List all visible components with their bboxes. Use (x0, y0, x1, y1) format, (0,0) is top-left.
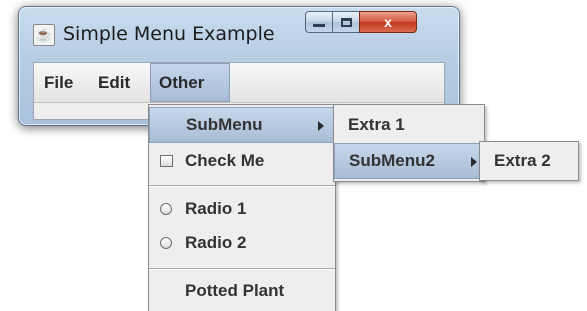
menu-item-label: SubMenu2 (349, 151, 435, 170)
menu-item-submenu[interactable]: SubMenu (149, 107, 335, 143)
checkbox-icon[interactable] (160, 155, 173, 167)
menu-file[interactable]: File (36, 63, 81, 102)
menu-item-extra-1[interactable]: Extra 1 (334, 107, 484, 143)
menu-item-label: Radio 2 (185, 233, 247, 252)
menu-item-radio-1[interactable]: Radio 1 (149, 191, 335, 227)
minimize-button[interactable] (305, 11, 333, 33)
menu-other[interactable]: Other (150, 63, 230, 102)
menu-item-label: SubMenu (186, 115, 263, 134)
radio-icon[interactable] (160, 237, 172, 249)
menu-edit[interactable]: Edit (90, 63, 138, 102)
submenu-popup: Extra 1 SubMenu2 (333, 104, 485, 182)
window-controls: x (305, 11, 417, 35)
maximize-button[interactable] (332, 11, 360, 33)
window-title: Simple Menu Example (63, 23, 275, 45)
menu-separator (149, 268, 335, 270)
minimize-icon (313, 23, 325, 27)
menu-item-radio-2[interactable]: Radio 2 (149, 225, 335, 261)
menu-item-label: Extra 2 (494, 151, 551, 170)
submenu-arrow-icon (318, 121, 324, 131)
close-button[interactable]: x (359, 11, 417, 33)
other-menu-popup: SubMenu Check Me Radio 1 Radio 2 Potted … (148, 104, 336, 311)
maximize-icon (340, 17, 352, 27)
submenu2-popup: Extra 2 (479, 141, 579, 181)
menu-item-submenu2[interactable]: SubMenu2 (334, 143, 484, 179)
submenu-arrow-icon (471, 157, 477, 167)
menu-item-label: Check Me (185, 151, 265, 170)
menu-item-label: Potted Plant (185, 281, 285, 300)
menu-item-extra-2[interactable]: Extra 2 (480, 143, 578, 179)
menu-item-label: Radio 1 (185, 199, 247, 218)
menu-item-check-me[interactable]: Check Me (149, 143, 335, 179)
menu-item-label: Extra 1 (348, 115, 405, 134)
radio-icon[interactable] (160, 203, 172, 215)
java-cup-icon[interactable]: ☕ (33, 24, 55, 46)
menu-bar: File Edit Other (34, 63, 444, 103)
menu-item-potted-plant[interactable]: Potted Plant (149, 273, 335, 309)
title-bar[interactable]: ☕ Simple Menu Example x (19, 7, 459, 51)
menu-separator (149, 185, 335, 187)
close-icon: x (384, 14, 392, 30)
